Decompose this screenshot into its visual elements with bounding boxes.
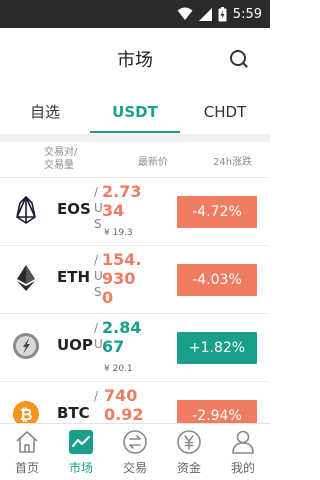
table-row[interactable]: ETH / U S 154.9300 -4.03%	[0, 246, 270, 314]
market-tabs: 自选 USDT CHDT	[0, 90, 270, 134]
uop-icon	[13, 333, 39, 359]
active-tab-indicator	[90, 131, 180, 133]
nav-label: 首页	[14, 461, 39, 475]
nav-item-home[interactable]: 首页	[0, 424, 54, 480]
column-volume-label: 交易量	[44, 160, 74, 171]
table-row[interactable]: EOS / U S 2.7334 ¥ 19.3 -4.72%	[0, 178, 270, 246]
nav-label: 市场	[68, 461, 93, 475]
nav-item-profile[interactable]: 我的	[216, 424, 270, 480]
bottom-nav: 首页 市场 交易 资金 我的	[0, 423, 270, 480]
last-price: 2.8467	[102, 318, 142, 356]
column-pair-label: 交易对/	[44, 147, 78, 158]
home-icon	[16, 431, 38, 453]
section-divider	[0, 134, 270, 142]
price-cny: ¥ 20.1	[104, 364, 133, 374]
battery-charging-icon	[218, 6, 227, 21]
pair-suffix: /	[94, 389, 99, 403]
nav-label: 交易	[122, 461, 147, 475]
coin-symbol: ETH	[57, 268, 91, 286]
change-badge[interactable]: +1.82%	[177, 332, 257, 364]
last-price: 7400.92	[104, 386, 144, 424]
exchange-icon	[123, 430, 147, 454]
table-row[interactable]: UOP / U 2.8467 ¥ 20.1 +1.82%	[0, 314, 270, 382]
wifi-icon	[177, 7, 193, 20]
status-icons: 5:59	[177, 0, 262, 28]
change-badge[interactable]: -4.03%	[177, 264, 257, 296]
header: 市场	[0, 28, 270, 90]
nav-label: 我的	[230, 461, 255, 475]
coin-symbol: EOS	[57, 200, 91, 218]
column-change-label[interactable]: 24h涨跌	[213, 153, 252, 168]
coin-symbol: BTC	[57, 404, 90, 422]
tab-usdt[interactable]: USDT	[90, 90, 180, 134]
profile-icon	[232, 430, 254, 454]
status-time: 5:59	[232, 6, 262, 22]
svg-text:₿: ₿	[19, 405, 32, 424]
tab-favorites[interactable]: 自选	[0, 90, 90, 134]
nav-label: 资金	[176, 461, 201, 475]
coin-symbol: UOP	[57, 336, 93, 354]
last-price: 2.7334	[102, 182, 142, 220]
eth-icon	[17, 265, 35, 291]
price-cny: ¥ 19.3	[104, 228, 133, 238]
column-header: 交易对/ 交易量 最新价 24h涨跌	[0, 142, 270, 178]
eos-icon	[16, 196, 36, 224]
search-icon[interactable]	[228, 48, 250, 70]
nav-item-market[interactable]: 市场	[54, 424, 108, 480]
column-pair-volume: 交易对/ 交易量	[44, 146, 94, 172]
tab-chdt[interactable]: CHDT	[180, 90, 270, 134]
nav-item-trade[interactable]: 交易	[108, 424, 162, 480]
last-price: 154.9300	[102, 250, 142, 307]
change-badge[interactable]: -4.72%	[177, 196, 257, 228]
market-chart-icon	[69, 430, 93, 454]
yuan-funds-icon	[177, 430, 201, 454]
nav-item-funds[interactable]: 资金	[162, 424, 216, 480]
signal-icon	[198, 7, 212, 21]
column-price-label[interactable]: 最新价	[138, 153, 168, 168]
status-bar: 5:59	[0, 0, 270, 28]
